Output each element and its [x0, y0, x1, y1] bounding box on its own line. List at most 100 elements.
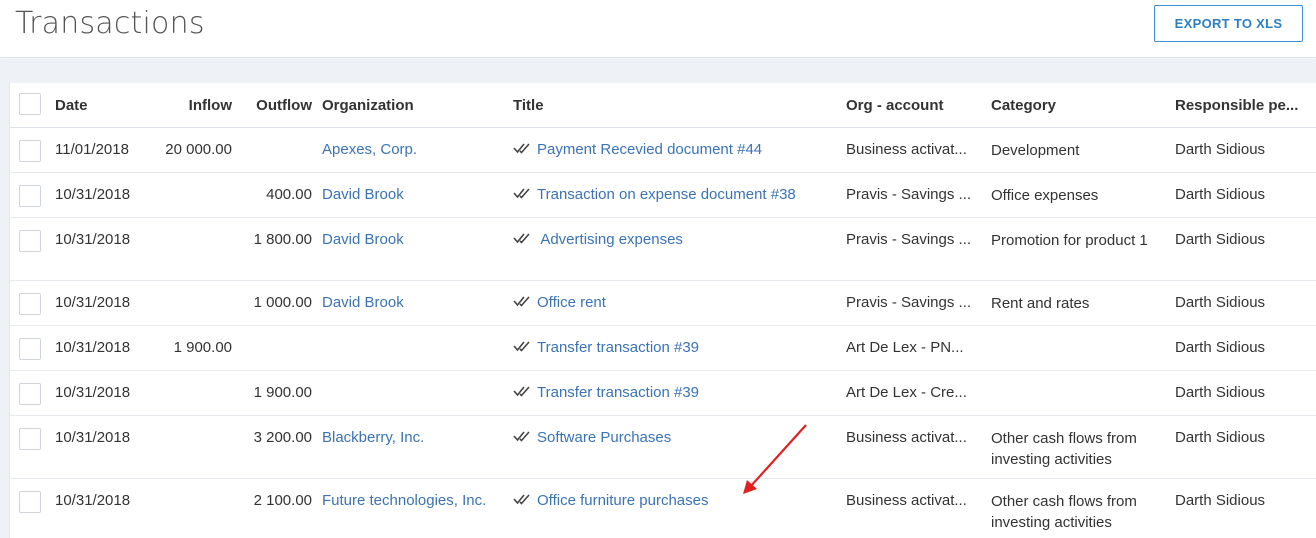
row-checkbox[interactable]: [19, 292, 41, 315]
org-account-cell: Pravis - Savings ...: [846, 280, 991, 326]
responsible-cell: Darth Sidious: [1175, 280, 1316, 326]
date-cell: 10/31/2018: [55, 415, 155, 479]
inflow-cell: [155, 370, 242, 416]
column-header-date[interactable]: Date: [55, 83, 155, 128]
organization-link[interactable]: Future technologies, Inc.: [322, 492, 486, 509]
row-checkbox[interactable]: [19, 490, 41, 513]
category-cell: Other cash flows from investing activiti…: [991, 478, 1175, 538]
transaction-title-link[interactable]: Advertising expenses: [537, 231, 683, 248]
column-header-title[interactable]: Title: [513, 83, 846, 128]
category-cell: Development: [991, 127, 1175, 173]
category-cell: Office expenses: [991, 172, 1175, 218]
double-check-icon: [513, 143, 530, 154]
organization-link[interactable]: David Brook: [322, 231, 404, 248]
inflow-cell: [155, 217, 242, 281]
column-header-org-account[interactable]: Org - account: [846, 83, 991, 128]
double-check-icon: [513, 341, 530, 352]
category-cell: Promotion for product 1: [991, 217, 1175, 281]
organization-link[interactable]: Blackberry, Inc.: [322, 429, 424, 446]
row-checkbox[interactable]: [19, 382, 41, 405]
transactions-table-panel: Date Inflow Outflow Organization Title O…: [9, 83, 1316, 538]
responsible-cell: Darth Sidious: [1175, 478, 1316, 538]
org-account-cell: Pravis - Savings ...: [846, 172, 991, 218]
org-account-cell: Business activat...: [846, 127, 991, 173]
date-cell: 10/31/2018: [55, 325, 155, 371]
column-header-category[interactable]: Category: [991, 83, 1175, 128]
outflow-cell: [242, 127, 322, 173]
date-cell: 10/31/2018: [55, 172, 155, 218]
category-cell: Rent and rates: [991, 280, 1175, 326]
transaction-title-link[interactable]: Office rent: [537, 294, 606, 311]
title-cell: Transaction on expense document #38: [513, 172, 846, 218]
double-check-icon: [513, 233, 530, 244]
column-header-inflow[interactable]: Inflow: [155, 83, 242, 128]
table-row[interactable]: 10/31/2018 400.00 David Brook Transaction o…: [10, 172, 1316, 218]
table-row[interactable]: 10/31/2018 1 800.00 David Brook Advertisin…: [10, 217, 1316, 281]
row-checkbox[interactable]: [19, 184, 41, 207]
outflow-cell: [242, 325, 322, 371]
org-account-cell: Business activat...: [846, 415, 991, 479]
double-check-icon: [513, 431, 530, 442]
column-header-outflow[interactable]: Outflow: [242, 83, 322, 128]
organization-link[interactable]: Apexes, Corp.: [322, 141, 417, 158]
transaction-title-link[interactable]: Transaction on expense document #38: [537, 186, 796, 203]
category-cell: Other cash flows from investing activiti…: [991, 415, 1175, 479]
header-gap: [0, 59, 1316, 83]
row-select-cell: [10, 478, 55, 538]
responsible-cell: Darth Sidious: [1175, 415, 1316, 479]
row-select-cell: [10, 370, 55, 416]
date-cell: 11/01/2018: [55, 127, 155, 173]
table-row[interactable]: 11/01/2018 20 000.00 Apexes, Corp. Payment …: [10, 127, 1316, 173]
page-header: Transactions EXPORT TO XLS: [0, 0, 1316, 58]
title-cell: Transfer transaction #39: [513, 370, 846, 416]
transaction-title-link[interactable]: Payment Recevied document #44: [537, 141, 762, 158]
org-account-cell: Business activat...: [846, 478, 991, 538]
transaction-title-link[interactable]: Transfer transaction #39: [537, 384, 699, 401]
row-select-cell: [10, 325, 55, 371]
table-row[interactable]: 10/31/2018 1 000.00 David Brook Office rent…: [10, 280, 1316, 326]
table-row[interactable]: 10/31/2018 1 900.00 Transfer transaction #…: [10, 325, 1316, 371]
transactions-table: Date Inflow Outflow Organization Title O…: [10, 83, 1316, 538]
organization-cell: David Brook: [322, 217, 513, 281]
select-all-cell: [10, 83, 55, 128]
organization-cell: Blackberry, Inc.: [322, 415, 513, 479]
title-cell: Software Purchases: [513, 415, 846, 479]
inflow-cell: [155, 415, 242, 479]
transaction-title-link[interactable]: Transfer transaction #39: [537, 339, 699, 356]
title-cell: Advertising expenses: [513, 217, 846, 281]
organization-cell: [322, 370, 513, 416]
export-xls-button[interactable]: EXPORT TO XLS: [1154, 5, 1303, 42]
responsible-cell: Darth Sidious: [1175, 217, 1316, 281]
transaction-title-link[interactable]: Office furniture purchases: [537, 492, 708, 509]
column-header-responsible[interactable]: Responsible pe...: [1175, 83, 1316, 128]
row-checkbox[interactable]: [19, 337, 41, 360]
organization-link[interactable]: David Brook: [322, 186, 404, 203]
responsible-cell: Darth Sidious: [1175, 325, 1316, 371]
organization-cell: Apexes, Corp.: [322, 127, 513, 173]
date-cell: 10/31/2018: [55, 478, 155, 538]
organization-link[interactable]: David Brook: [322, 294, 404, 311]
inflow-cell: [155, 172, 242, 218]
table-row[interactable]: 10/31/2018 2 100.00 Future technologies, I…: [10, 478, 1316, 538]
date-cell: 10/31/2018: [55, 217, 155, 281]
select-all-checkbox[interactable]: [19, 93, 41, 115]
title-cell: Transfer transaction #39: [513, 325, 846, 371]
category-cell: [991, 370, 1175, 416]
double-check-icon: [513, 296, 530, 307]
inflow-cell: [155, 478, 242, 538]
row-checkbox[interactable]: [19, 229, 41, 252]
row-checkbox[interactable]: [19, 139, 41, 162]
outflow-cell: 3 200.00: [242, 415, 322, 479]
title-cell: Office rent: [513, 280, 846, 326]
page-title: Transactions: [15, 6, 205, 41]
column-header-organization[interactable]: Organization: [322, 83, 513, 128]
outflow-cell: 1 900.00: [242, 370, 322, 416]
transaction-title-link[interactable]: Software Purchases: [537, 429, 671, 446]
table-row[interactable]: 10/31/2018 1 900.00 Transfer transaction #…: [10, 370, 1316, 416]
table-header-row: Date Inflow Outflow Organization Title O…: [10, 83, 1316, 128]
table-row[interactable]: 10/31/2018 3 200.00 Blackberry, Inc. Softwa…: [10, 415, 1316, 479]
organization-cell: Future technologies, Inc.: [322, 478, 513, 538]
organization-cell: David Brook: [322, 280, 513, 326]
outflow-cell: 1 000.00: [242, 280, 322, 326]
row-checkbox[interactable]: [19, 427, 41, 450]
